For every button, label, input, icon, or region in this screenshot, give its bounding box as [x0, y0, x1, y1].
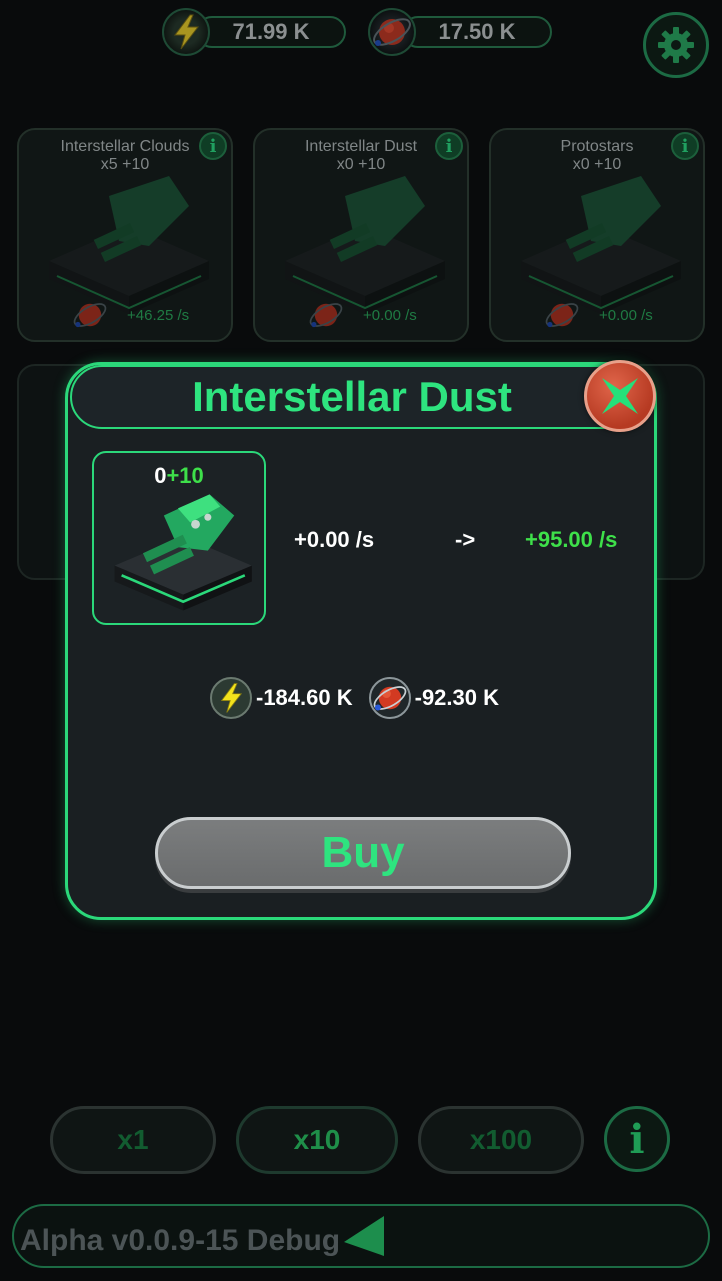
- info-icon[interactable]: i: [671, 132, 699, 160]
- planet-icon: [545, 303, 579, 328]
- purchase-dialog: Interstellar Dust 0+10 +0.00 /s -> +95.0…: [65, 362, 657, 920]
- planet-icon: [309, 303, 343, 328]
- planet-icon: [368, 677, 411, 719]
- energy-cost: -184.60 K: [210, 677, 353, 719]
- rate-arrow: ->: [455, 527, 476, 552]
- card-rate: +46.25 /s: [127, 307, 190, 324]
- current-rate: +0.00 /s: [294, 527, 375, 552]
- buy-button[interactable]: Buy: [155, 817, 571, 889]
- close-button[interactable]: [584, 360, 656, 432]
- multiplier-x100-button[interactable]: x100: [418, 1106, 584, 1174]
- version-label: Alpha v0.0.9-15 Debug: [20, 1224, 341, 1257]
- dialog-header: Interstellar Dust: [70, 365, 655, 429]
- energy-cost-value: -184.60 K: [256, 685, 353, 710]
- turret-platform-icon: [114, 494, 252, 611]
- generator-preview: 0+10: [92, 451, 266, 625]
- new-rate: +95.00 /s: [525, 527, 618, 552]
- info-icon[interactable]: i: [435, 132, 463, 160]
- generator-card-interstellar-dust[interactable]: Interstellar Dust x0 +10 i +0.00 /s: [253, 128, 469, 342]
- turret-platform-icon: [285, 176, 445, 314]
- lightning-bolt-icon: [162, 8, 210, 56]
- dialog-title: Interstellar Dust: [192, 373, 512, 420]
- multiplier-x1-button[interactable]: x1: [50, 1106, 216, 1174]
- generator-card-protostars[interactable]: Protostars x0 +10 i +0.00 /s: [489, 128, 705, 342]
- bottom-bar: Alpha v0.0.9-15 Debug: [12, 1204, 710, 1268]
- info-button[interactable]: i: [604, 1106, 670, 1172]
- generator-card-interstellar-clouds[interactable]: Interstellar Clouds x5 +10 i +46.25 /s: [17, 128, 233, 342]
- planet-icon: [368, 8, 416, 56]
- lightning-bolt-icon: [210, 677, 252, 719]
- turret-platform-icon: [49, 176, 209, 314]
- matter-cost: -92.30 K: [368, 677, 500, 719]
- matter-cost-value: -92.30 K: [414, 685, 500, 710]
- play-arrow-icon[interactable]: [340, 1212, 388, 1260]
- turret-platform-icon: [521, 176, 681, 314]
- gear-icon: [658, 27, 694, 63]
- multiplier-x10-button[interactable]: x10: [236, 1106, 398, 1174]
- cost-row: -184.60 K -92.30 K: [210, 677, 515, 719]
- card-rate: +0.00 /s: [599, 307, 653, 324]
- matter-value: 17.50 K: [402, 16, 552, 48]
- settings-button[interactable]: [643, 12, 709, 78]
- planet-icon: [73, 303, 107, 328]
- card-rate: +0.00 /s: [363, 307, 417, 324]
- info-icon[interactable]: i: [199, 132, 227, 160]
- close-icon: [602, 378, 638, 414]
- energy-value: 71.99 K: [196, 16, 346, 48]
